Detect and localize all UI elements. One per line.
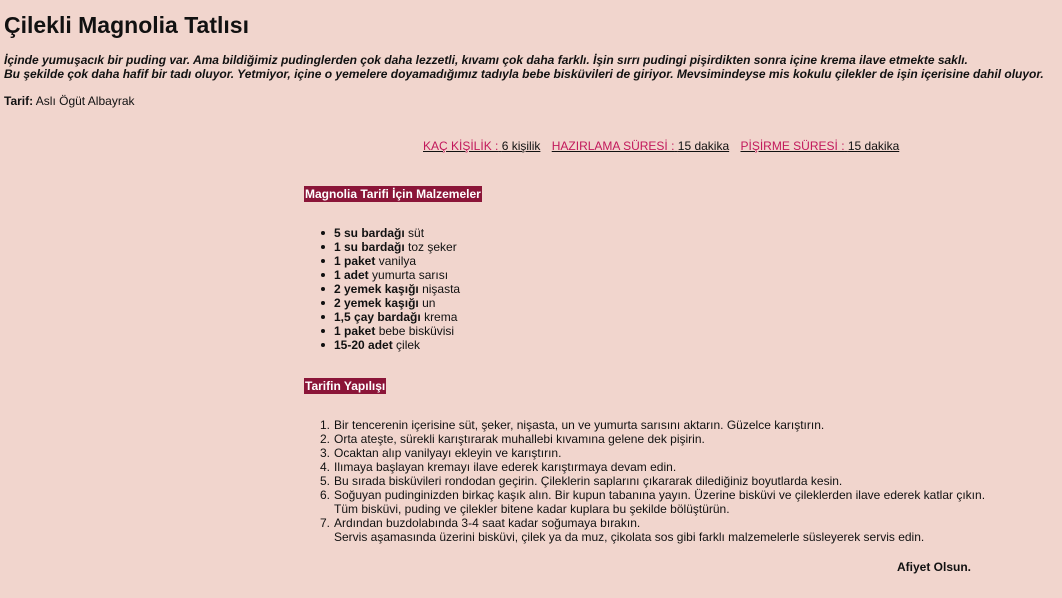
recipe-intro: İçinde yumuşacık bir puding var. Ama bil…	[4, 53, 1059, 81]
steps-list: 1. Bir tencerenin içerisine süt, şeker, n…	[320, 418, 986, 544]
cook-time-link[interactable]: PİŞİRME SÜRESİ : 15 dakika	[741, 139, 900, 153]
ingredient-qty: 1 adet	[334, 268, 369, 282]
step-item: 2. Orta ateşte, sürekli karıştırarak muha…	[320, 432, 985, 446]
step-text: Orta ateşte, sürekli karıştırarak muhall…	[334, 432, 705, 446]
closing-note: Afiyet Olsun.	[897, 560, 972, 574]
steps-heading: Tarifin Yapılışı	[304, 378, 387, 394]
ingredient-qty: 1 su bardağı	[334, 240, 405, 254]
ingredient-item: 2 yemek kaşığı un	[320, 296, 460, 310]
ingredient-qty: 2 yemek kaşığı	[334, 296, 419, 310]
ingredient-item: 1 adet yumurta sarısı	[320, 268, 460, 282]
ingredient-item: 1,5 çay bardağı krema	[320, 310, 460, 324]
ingredient-item: 1 paket vanilya	[320, 254, 460, 268]
author-name: Aslı Ögüt Albayrak	[35, 94, 135, 108]
step-text-continued: Servis aşamasında üzerini bisküvi, çilek…	[334, 530, 925, 544]
ingredient-qty: 1 paket	[334, 324, 376, 338]
ingredient-name: çilek	[396, 338, 421, 352]
recipe-author: Tarif: Aslı Ögüt Albayrak	[4, 94, 135, 108]
step-text: Ardından buzdolabında 3-4 saat kadar soğ…	[334, 516, 641, 530]
step-item: 1. Bir tencerenin içerisine süt, şeker, n…	[320, 418, 985, 432]
step-number: 6.	[320, 488, 331, 502]
servings-value: 6 kişilik	[501, 139, 541, 153]
step-item: 6. Soğuyan pudinginizden birkaç kaşık alı…	[320, 488, 986, 516]
servings-label: KAÇ KİŞİLİK :	[423, 139, 499, 153]
step-item: 7. Ardından buzdolabında 3-4 saat kadar s…	[320, 516, 985, 544]
step-item: 3. Ocaktan alıp vanilyayı ekleyin ve karı…	[320, 446, 985, 460]
prep-time-link[interactable]: HAZIRLAMA SÜRESİ : 15 dakika	[552, 139, 729, 153]
ingredient-qty: 2 yemek kaşığı	[334, 282, 419, 296]
ingredient-name: krema	[424, 310, 458, 324]
ingredient-name: nişasta	[422, 282, 461, 296]
ingredient-name: yumurta sarısı	[372, 268, 449, 282]
step-number: 4.	[320, 460, 331, 474]
step-number: 3.	[320, 446, 331, 460]
cook-time-label: PİŞİRME SÜRESİ :	[740, 139, 845, 153]
step-text: Bir tencerenin içerisine süt, şeker, niş…	[334, 418, 825, 432]
ingredients-list: 5 su bardağı süt 1 su bardağı toz şeker …	[320, 226, 461, 352]
prep-time-label: HAZIRLAMA SÜRESİ :	[551, 139, 675, 153]
step-number: 7.	[320, 516, 331, 530]
ingredient-name: vanilya	[378, 254, 417, 268]
page-title: Çilekli Magnolia Tatlısı	[4, 12, 249, 38]
step-text: Soğuyan pudinginizden birkaç kaşık alın.…	[334, 488, 986, 502]
intro-line-2: Bu şekilde çok daha hafif bir tadı oluyo…	[4, 67, 1044, 81]
step-number: 5.	[320, 474, 331, 488]
step-number: 2.	[320, 432, 331, 446]
ingredient-item: 5 su bardağı süt	[320, 226, 460, 240]
step-text-continued: Tüm bisküvi, puding ve çilekler bitene k…	[334, 502, 730, 516]
servings-link[interactable]: KAÇ KİŞİLİK : 6 kişilik	[423, 139, 540, 153]
step-text: Ocaktan alıp vanilyayı ekleyin ve karışt…	[334, 446, 562, 460]
ingredient-item: 15-20 adet çilek	[320, 338, 460, 352]
intro-line-1: İçinde yumuşacık bir puding var. Ama bil…	[4, 53, 968, 67]
ingredient-qty: 1 paket	[334, 254, 376, 268]
ingredient-name: süt	[408, 226, 425, 240]
step-item: 4. Ilımaya başlayan kremayı ilave ederek …	[320, 460, 985, 474]
step-text: Ilımaya başlayan kremayı ilave ederek ka…	[334, 460, 677, 474]
ingredient-name: bebe bisküvisi	[378, 324, 455, 338]
step-number: 1.	[320, 418, 331, 432]
ingredient-item: 1 paket bebe bisküvisi	[320, 324, 460, 338]
ingredients-heading: Magnolia Tarifi İçin Malzemeler	[304, 186, 482, 202]
ingredient-name: un	[422, 296, 436, 310]
step-text: Bu sırada bisküvileri rondodan geçirin. …	[334, 474, 843, 488]
cook-time-value: 15 dakika	[847, 139, 900, 153]
recipe-meta: KAÇ KİŞİLİK : 6 kişilik HAZIRLAMA SÜRESİ…	[423, 139, 907, 153]
author-label: Tarif:	[4, 94, 34, 108]
ingredient-qty: 15-20 adet	[334, 338, 393, 352]
ingredient-item: 1 su bardağı toz şeker	[320, 240, 460, 254]
ingredient-name: toz şeker	[408, 240, 457, 254]
ingredient-qty: 5 su bardağı	[334, 226, 405, 240]
prep-time-value: 15 dakika	[677, 139, 730, 153]
step-item: 5. Bu sırada bisküvileri rondodan geçirin…	[320, 474, 985, 488]
ingredient-item: 2 yemek kaşığı nişasta	[320, 282, 461, 296]
ingredient-qty: 1,5 çay bardağı	[334, 310, 421, 324]
